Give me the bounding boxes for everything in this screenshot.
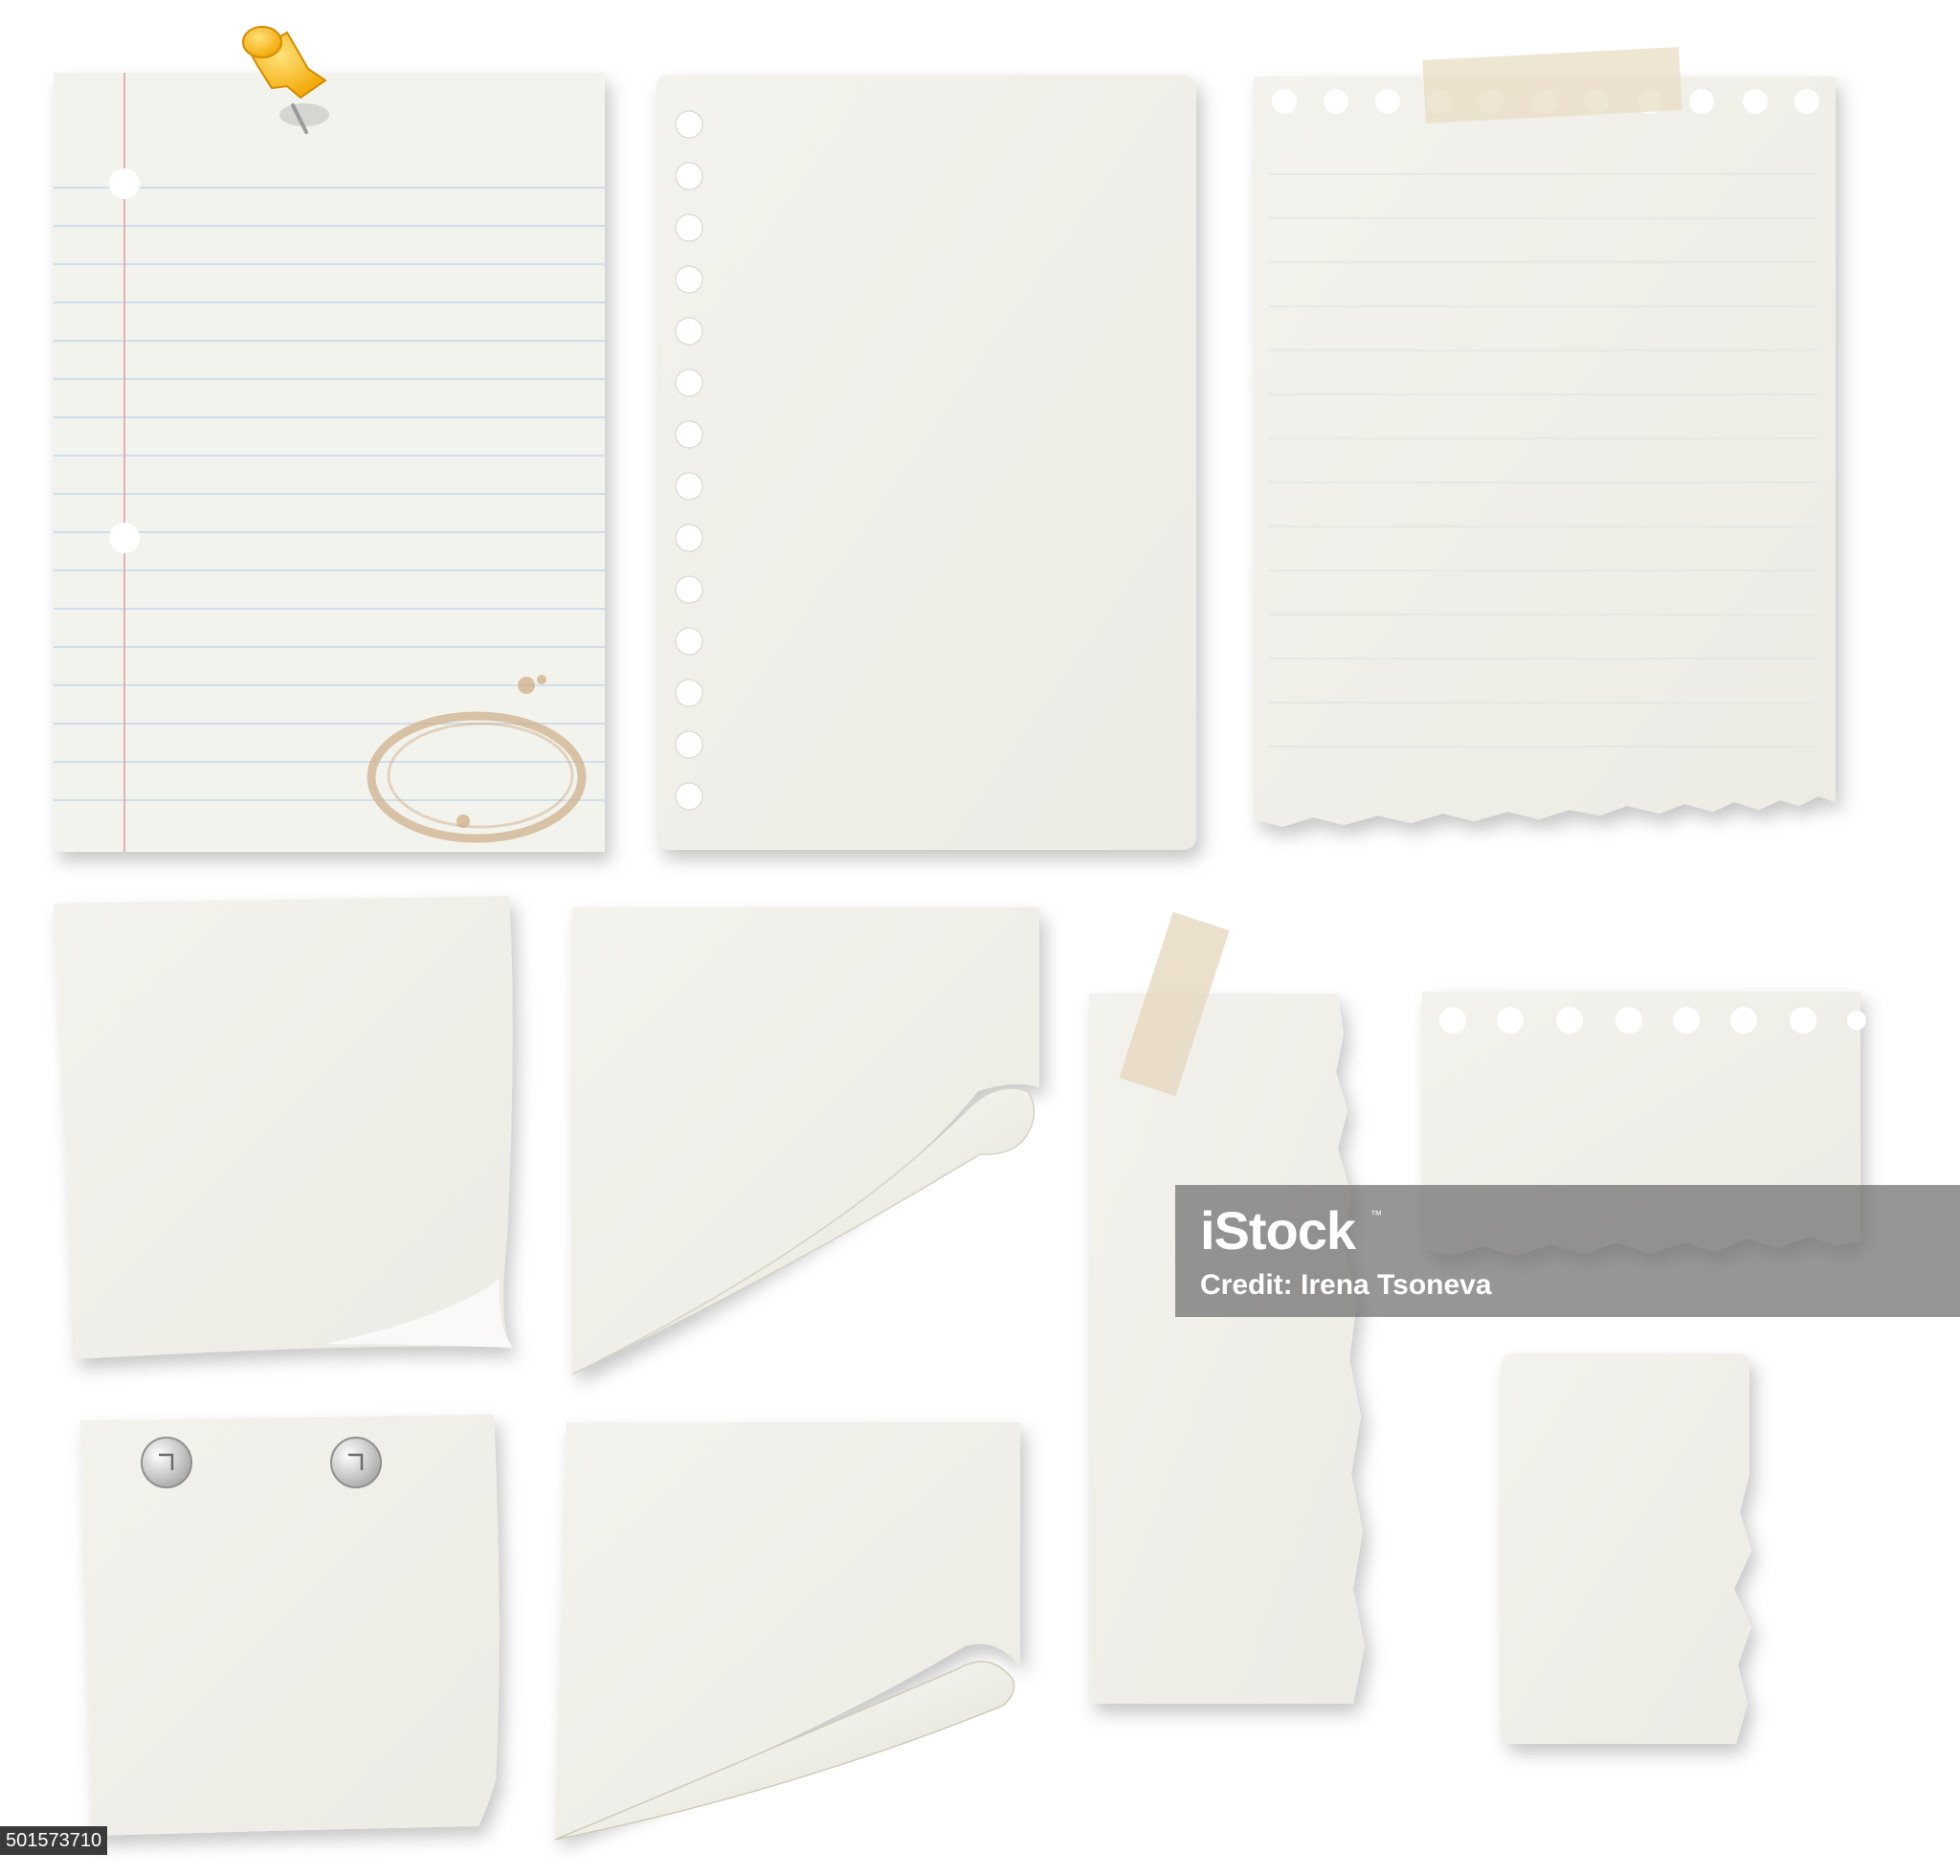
masking-tape	[1422, 47, 1682, 123]
paper-notes-scene	[54, 26, 1866, 1841]
small-torn-card	[1501, 1353, 1751, 1744]
thumbtack-icon	[141, 1437, 192, 1488]
photo-credit: Credit: Irena Tsoneva	[1200, 1269, 1492, 1301]
lined-sheet-with-pushpin	[54, 26, 605, 852]
spiral-notebook-sheet	[657, 75, 1196, 850]
note-with-page-curl	[571, 907, 1039, 1375]
sticky-note-curled-bottom	[54, 896, 513, 1359]
note-bottom-curl	[554, 1422, 1020, 1841]
istock-watermark: iStock ™ Credit: Irena Tsoneva	[1175, 1185, 1960, 1317]
thumbtack-icon	[330, 1437, 382, 1488]
note-with-thumbtacks	[80, 1415, 500, 1836]
torn-lined-notepad-sheet	[1254, 47, 1836, 827]
trademark-mark: ™	[1370, 1208, 1382, 1221]
istock-logo: iStock	[1200, 1200, 1356, 1261]
stock-image-id: 501573710	[0, 1826, 108, 1855]
